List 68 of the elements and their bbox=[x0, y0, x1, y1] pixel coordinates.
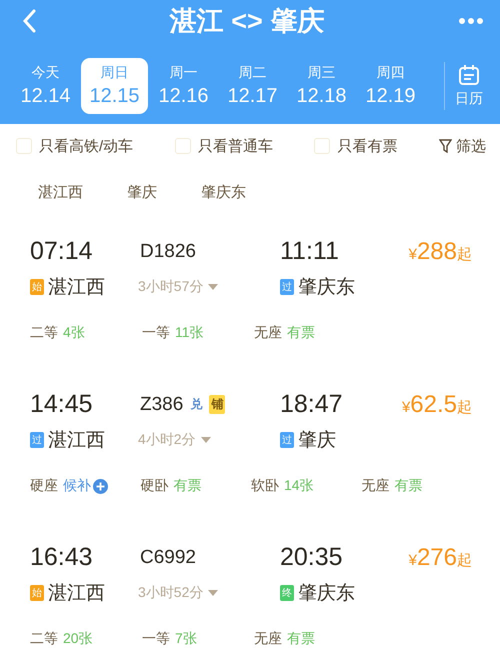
station-tab[interactable]: 肇庆 bbox=[127, 177, 157, 207]
seat-availability: 有票 bbox=[287, 324, 315, 342]
price: ¥276起 bbox=[408, 544, 472, 572]
seat-availability: 4张 bbox=[63, 324, 85, 342]
seat-availability: 有票 bbox=[394, 477, 422, 495]
station-badge: 过 bbox=[280, 279, 294, 295]
arrival-station: 肇庆东 bbox=[298, 582, 355, 606]
seat-availability: 7张 bbox=[175, 630, 197, 648]
duration: 3小时52分 bbox=[138, 584, 204, 602]
station-badge: 过 bbox=[30, 432, 44, 448]
caret-icon[interactable] bbox=[208, 590, 218, 596]
departure-time: 14:45 bbox=[30, 390, 94, 419]
seat-availability: 20张 bbox=[63, 630, 93, 648]
arrival-station: 肇庆东 bbox=[298, 276, 355, 300]
arrival-time: 20:35 bbox=[280, 543, 344, 572]
seat-class: 一等 bbox=[142, 324, 170, 342]
train-tag: 铺 bbox=[209, 395, 226, 414]
station-tab[interactable]: 肇庆东 bbox=[201, 177, 246, 207]
back-button[interactable] bbox=[22, 9, 36, 33]
calendar-icon bbox=[458, 64, 480, 86]
arrival-station: 肇庆 bbox=[298, 429, 336, 453]
seat-class: 无座 bbox=[362, 477, 390, 495]
station-badge: 过 bbox=[280, 432, 294, 448]
filter-checkbox[interactable]: 只看高铁/动车 bbox=[16, 136, 134, 156]
seat-class: 一等 bbox=[142, 630, 170, 648]
station-badge: 始 bbox=[30, 279, 44, 295]
seat-class: 无座 bbox=[254, 324, 282, 342]
departure-station: 湛江西 bbox=[48, 276, 105, 300]
caret-icon[interactable] bbox=[208, 284, 218, 290]
departure-station: 湛江西 bbox=[48, 429, 105, 453]
arrival-time: 11:11 bbox=[280, 237, 340, 266]
duration: 4小时2分 bbox=[138, 431, 196, 449]
seat-class: 软卧 bbox=[251, 477, 279, 495]
seat-availability: 有票 bbox=[174, 477, 202, 495]
plus-icon[interactable] bbox=[93, 478, 108, 494]
station-tab[interactable]: 湛江西 bbox=[38, 177, 83, 207]
seat-class: 二等 bbox=[30, 630, 58, 648]
train-tag: 兑 bbox=[188, 395, 204, 414]
seat-class: 无座 bbox=[254, 630, 282, 648]
departure-time: 16:43 bbox=[30, 543, 94, 572]
train-card[interactable]: 14:45 Z386 兑 铺 18:47 ¥62.5起 过 湛江西 4小时2分 过 肇庆 硬座 候补 硬卧 有票 软卧 14张 无座 有票 bbox=[0, 360, 500, 513]
seat-availability: 候补 bbox=[63, 477, 91, 495]
train-card[interactable]: 16:43 C6992 20:35 ¥276起 始 湛江西 3小时52分 终 肇庆东 二等 20张 一等 7张 无座 有票 bbox=[0, 513, 500, 655]
arrival-time: 18:47 bbox=[280, 390, 344, 419]
train-number: Z386 bbox=[140, 394, 184, 416]
duration: 3小时57分 bbox=[138, 278, 204, 296]
departure-station: 湛江西 bbox=[48, 582, 105, 606]
caret-icon[interactable] bbox=[200, 437, 211, 443]
seat-availability: 有票 bbox=[287, 630, 315, 648]
seat-class: 二等 bbox=[30, 324, 58, 342]
seat-class: 硬座 bbox=[30, 477, 58, 495]
train-card[interactable]: 07:14 D1826 11:11 ¥288起 始 湛江西 3小时57分 过 肇庆东 二等 4张 一等 11张 无座 有票 bbox=[0, 207, 500, 360]
window-title: 湛江 <> 肇庆 bbox=[170, 5, 324, 38]
price: ¥62.5起 bbox=[402, 390, 472, 418]
filter-checkbox[interactable]: 只看有票 bbox=[314, 136, 398, 156]
station-badge: 终 bbox=[280, 585, 294, 601]
seat-availability: 11张 bbox=[175, 324, 204, 342]
more-button[interactable] bbox=[458, 17, 484, 25]
station-badge: 始 bbox=[30, 585, 44, 601]
funnel-icon bbox=[439, 139, 452, 153]
train-number: C6992 bbox=[140, 546, 196, 568]
departure-time: 07:14 bbox=[30, 237, 94, 266]
seat-availability: 14张 bbox=[284, 477, 314, 495]
filter-button[interactable]: 筛选 bbox=[439, 136, 486, 156]
train-number: D1826 bbox=[140, 240, 196, 262]
filter-checkbox[interactable]: 只看普通车 bbox=[174, 136, 273, 156]
price: ¥288起 bbox=[408, 238, 472, 266]
seat-class: 硬卧 bbox=[140, 477, 168, 495]
